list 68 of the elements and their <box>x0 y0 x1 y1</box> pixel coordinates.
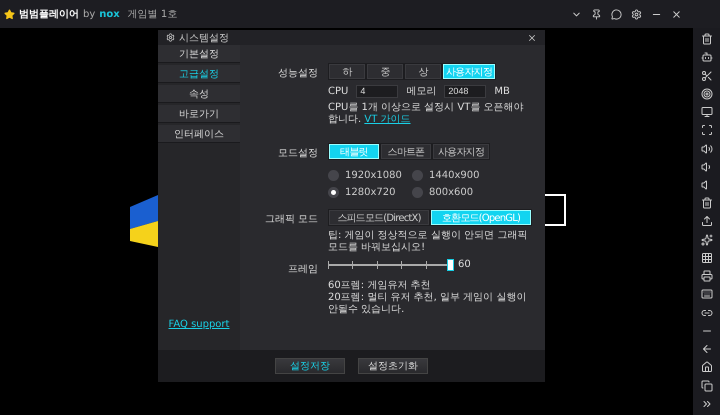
app-name: 범범플레이어 <box>19 8 79 21</box>
vt-guide-link[interactable]: VT 가이드 <box>364 114 411 125</box>
printer-icon[interactable] <box>700 270 712 282</box>
radio-label: 1440x900 <box>429 170 480 181</box>
volume-down-icon[interactable] <box>700 160 712 173</box>
scan-frame-icon[interactable] <box>700 124 712 136</box>
dialog-title: 시스템설정 <box>179 32 229 44</box>
chat-icon[interactable] <box>611 8 622 20</box>
monitor-icon[interactable] <box>700 106 712 118</box>
field-label: 그래픽 모드 <box>264 213 318 227</box>
target-icon[interactable] <box>700 88 712 100</box>
radio-button[interactable] <box>412 170 423 181</box>
grid-icon[interactable] <box>700 252 712 264</box>
brand-name: nox <box>99 8 120 20</box>
keyboard-icon[interactable] <box>700 288 712 300</box>
instance-name: 게임별 1호 <box>128 8 178 21</box>
option-button[interactable]: 중 <box>367 64 403 79</box>
trash-icon[interactable] <box>700 33 712 46</box>
field-label: 프레임 <box>287 263 318 277</box>
frame-note: 20프렘: 멀티 유저 추천, 일부 게임이 실행이 안될수 있습니다. <box>328 292 528 316</box>
scissors-icon[interactable] <box>700 70 712 82</box>
memory-label: 메모리 <box>406 85 436 98</box>
robot-icon[interactable] <box>700 51 712 64</box>
option-button[interactable]: 사용자지정 <box>433 144 489 159</box>
unit-label: MB <box>494 86 510 96</box>
sidebar-tab[interactable]: 기본설정 <box>158 45 240 63</box>
home-icon[interactable] <box>700 361 712 374</box>
close-icon[interactable] <box>671 8 682 20</box>
close-icon[interactable] <box>527 32 537 42</box>
radio-label: 1280x720 <box>345 187 396 198</box>
back-icon[interactable] <box>700 343 712 356</box>
radio-label: 1920x1080 <box>345 170 402 181</box>
radio-button[interactable] <box>412 187 423 198</box>
settings-icon[interactable] <box>631 8 642 20</box>
logo-drawing <box>130 195 160 247</box>
settings-icon <box>166 33 175 42</box>
pin-icon[interactable] <box>591 8 602 20</box>
vt-note: CPU를 1개 이상으로 설정시 VT를 오픈해야 합니다. VT 가이드 <box>328 102 525 126</box>
cpu-label: CPU <box>328 86 348 96</box>
option-button[interactable]: 하 <box>329 64 365 79</box>
radio-label: 800x600 <box>429 187 474 198</box>
tip-text: 팁: 게임이 정상적으로 실행이 안되면 그래픽 모드를 바꿔보십시오! <box>328 230 528 254</box>
sidebar-tab[interactable]: 속성 <box>158 85 240 103</box>
radio-button[interactable] <box>328 170 339 181</box>
faq-link[interactable]: FAQ support <box>158 319 240 330</box>
sidebar-tab[interactable]: 인터페이스 <box>158 125 240 143</box>
volume-up-icon[interactable] <box>700 142 712 155</box>
save-button[interactable]: 설정저장 <box>275 358 345 374</box>
option-button[interactable]: 스피드모드(DirectX) <box>329 210 429 225</box>
sparkle-icon[interactable] <box>700 234 712 246</box>
cpu-field[interactable]: 4 <box>356 84 398 98</box>
radio-button[interactable] <box>328 187 339 198</box>
windows-icon[interactable] <box>700 380 712 392</box>
by-label: by <box>83 8 96 20</box>
memory-field[interactable]: 2048 <box>444 84 486 98</box>
sidebar-tab[interactable]: 고급설정 <box>158 65 240 83</box>
sidebar-tab[interactable]: 바로가기 <box>158 105 240 123</box>
star-icon <box>4 8 15 20</box>
slider-thumb[interactable] <box>447 258 454 270</box>
reset-button[interactable]: 설정초기화 <box>358 358 428 374</box>
trash-icon[interactable] <box>700 197 712 210</box>
frame-reading: 60 <box>458 259 471 270</box>
field-label: 성능설정 <box>277 67 318 81</box>
field-label: 모드설정 <box>277 147 318 161</box>
upload-icon[interactable] <box>700 215 712 228</box>
option-button[interactable]: 상 <box>405 64 441 79</box>
option-button[interactable]: 스마트폰 <box>381 144 431 159</box>
frame-note: 60프렘: 게임유저 추천 <box>328 280 432 292</box>
